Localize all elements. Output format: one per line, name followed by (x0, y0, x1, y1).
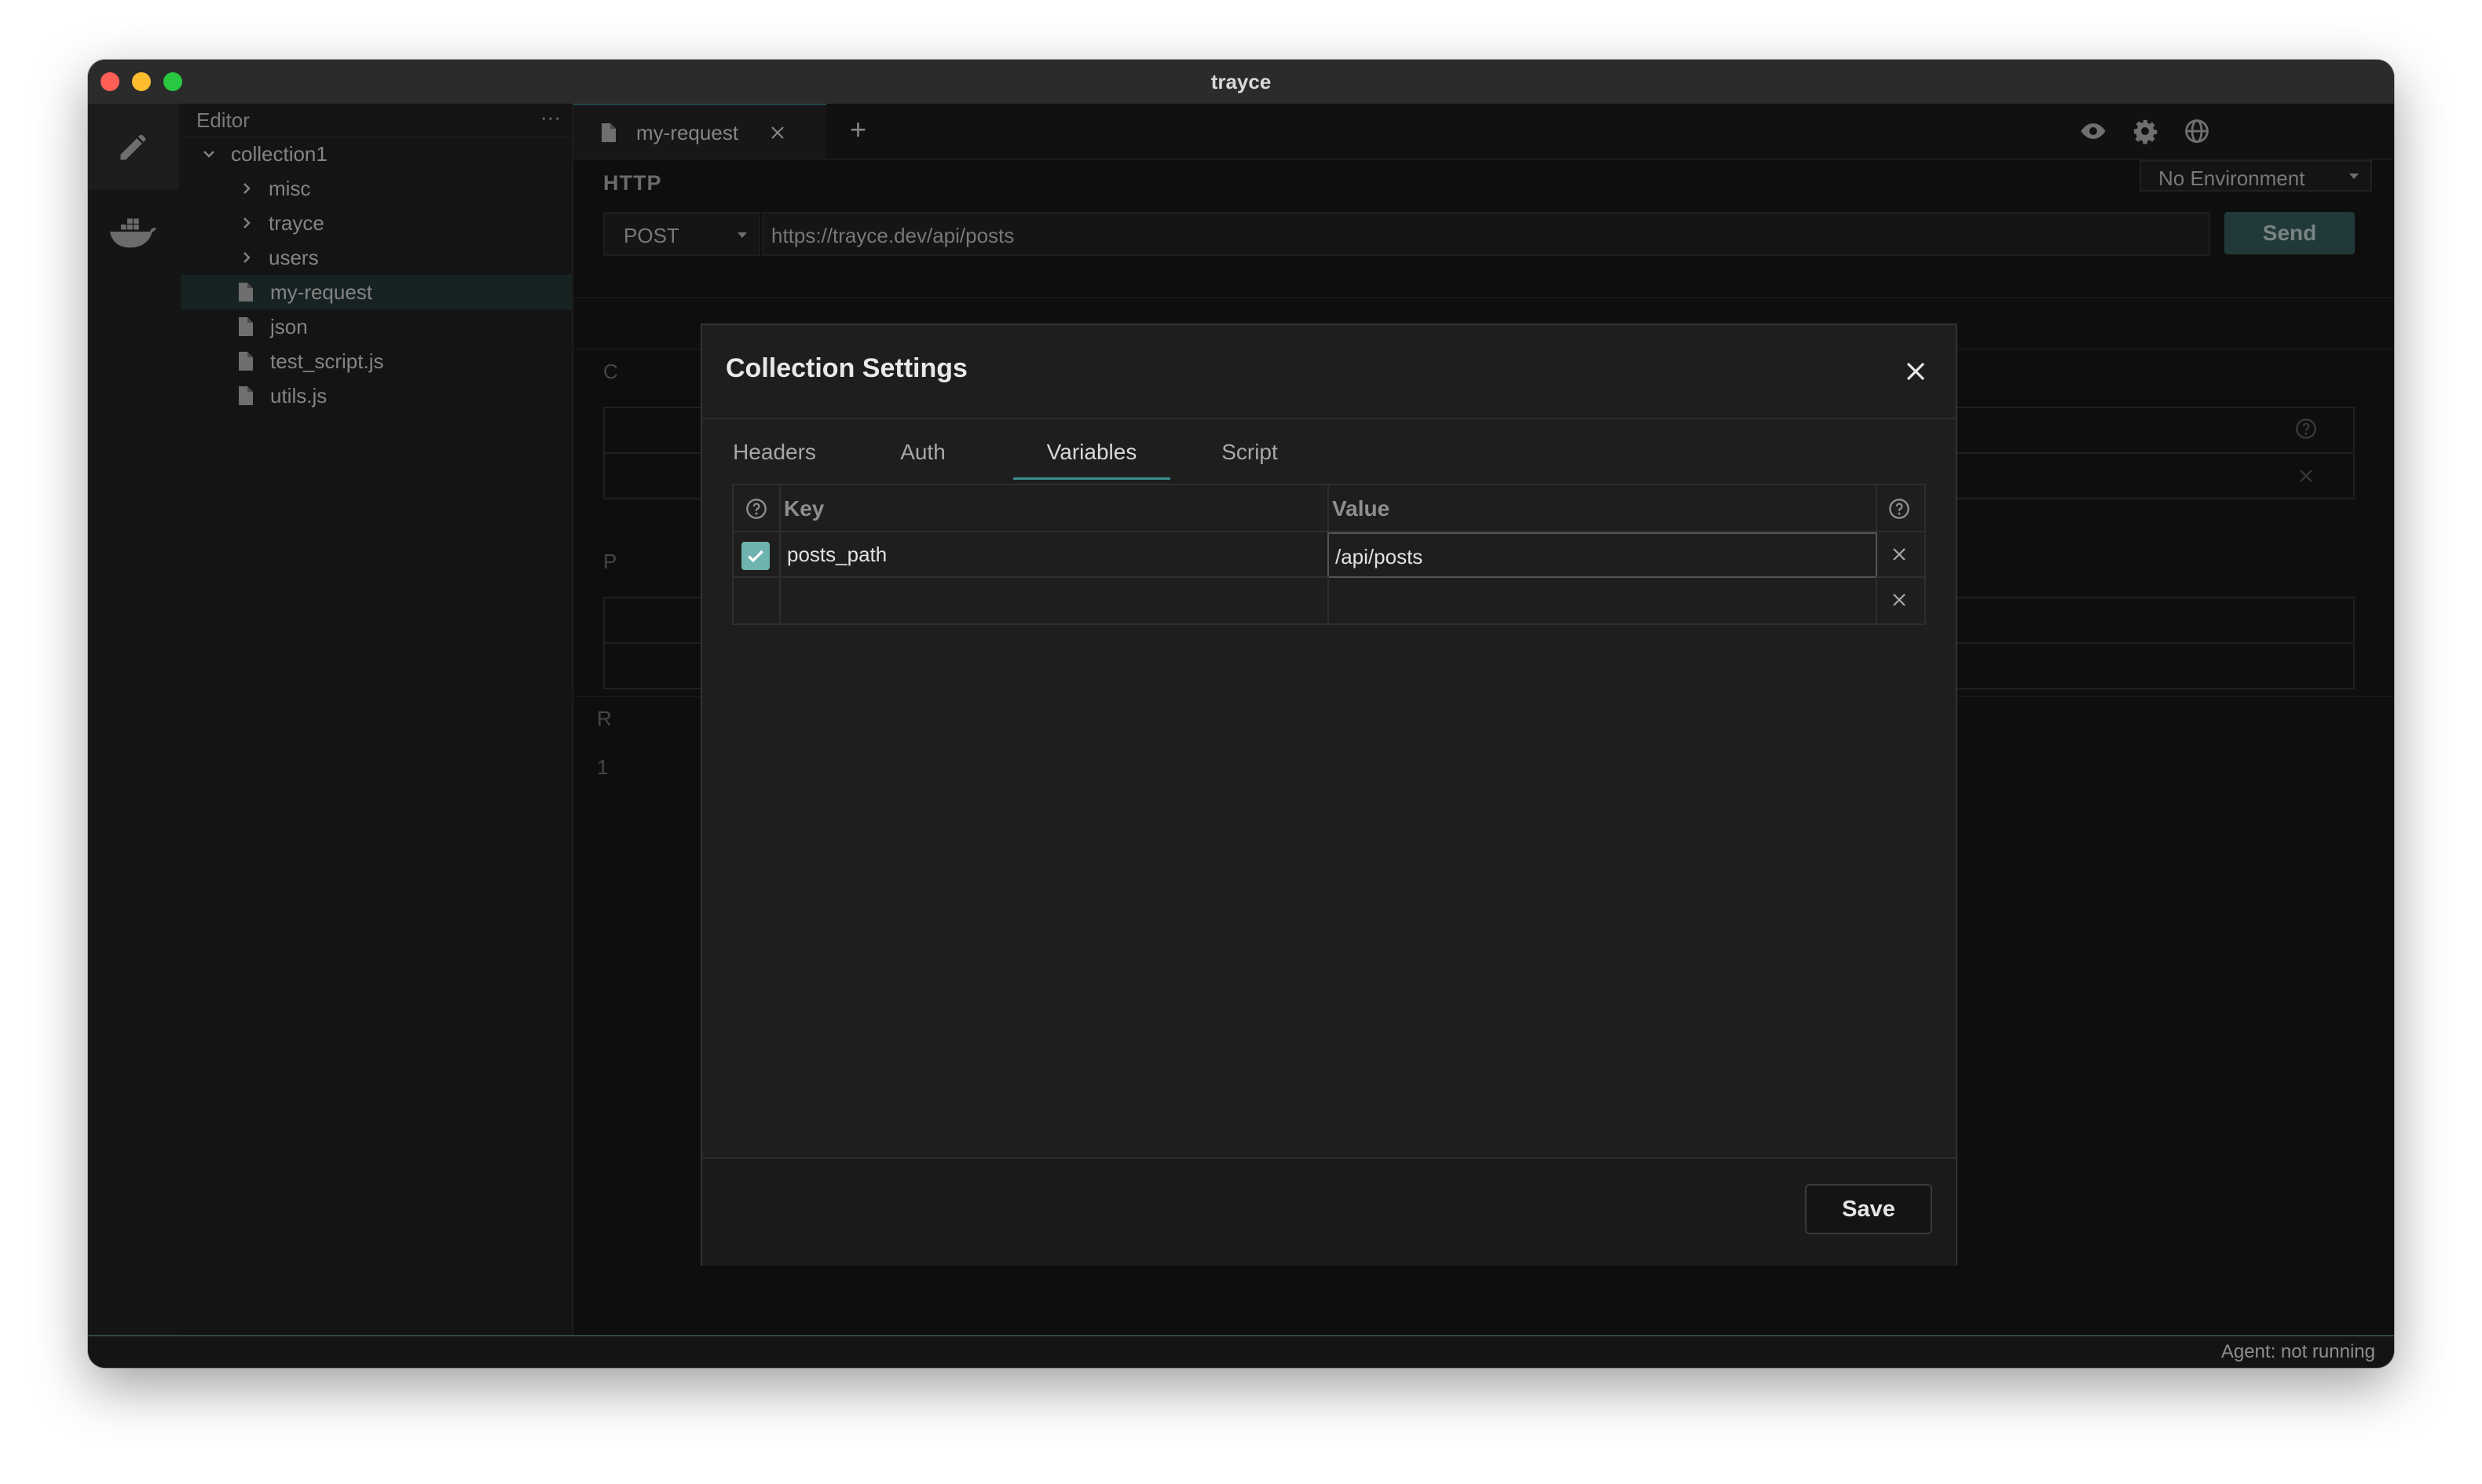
close-icon (1906, 362, 1925, 381)
help-icon[interactable] (745, 498, 767, 520)
variable-key: posts_path (787, 543, 888, 566)
table-header-key: Key (779, 485, 1329, 532)
variable-value-input[interactable]: /api/posts (1327, 532, 1877, 578)
window-title: trayce (1210, 70, 1272, 93)
close-icon (1893, 548, 1905, 561)
save-button[interactable]: Save (1805, 1184, 1932, 1234)
dialog-title: Collection Settings (726, 353, 968, 383)
table-header-actions (1876, 485, 1924, 532)
tab-variables[interactable]: Variables (1013, 430, 1170, 480)
tab-headers[interactable]: Headers (719, 430, 829, 477)
variable-value-input[interactable] (1327, 576, 1877, 623)
collection-settings-dialog: Collection Settings Headers Auth Variabl… (701, 323, 1957, 1266)
check-icon (748, 550, 763, 563)
variable-key-input[interactable]: posts_path (779, 531, 1329, 578)
variables-table: Key Value posts_path /api/posts (732, 484, 1926, 625)
delete-row-button[interactable] (1876, 531, 1924, 578)
variable-value: /api/posts (1335, 545, 1423, 568)
value-header: Value (1332, 496, 1390, 521)
variable-key-input[interactable] (779, 576, 1329, 623)
table-header-value: Value (1327, 485, 1877, 532)
table-row-toggle[interactable] (734, 576, 781, 623)
status-bar: Agent: not running (88, 1335, 2394, 1368)
tab-auth[interactable]: Auth (880, 430, 966, 477)
table-header-toggle (734, 485, 781, 532)
delete-row-button[interactable] (1876, 576, 1924, 623)
variable-enabled-checkbox[interactable] (741, 542, 770, 570)
key-header: Key (784, 496, 825, 521)
close-icon (1893, 594, 1905, 606)
close-dialog-button[interactable] (1896, 352, 1935, 391)
agent-status: Agent: not running (2220, 1341, 2375, 1362)
divider (702, 418, 1956, 419)
tab-script[interactable]: Script (1199, 430, 1301, 477)
title-bar: trayce (88, 60, 2394, 105)
dialog-footer: Save (702, 1157, 1956, 1266)
help-icon[interactable] (1888, 498, 1910, 520)
app-window: trayce Editor ··· collection1 misc trayc… (88, 60, 2394, 1368)
